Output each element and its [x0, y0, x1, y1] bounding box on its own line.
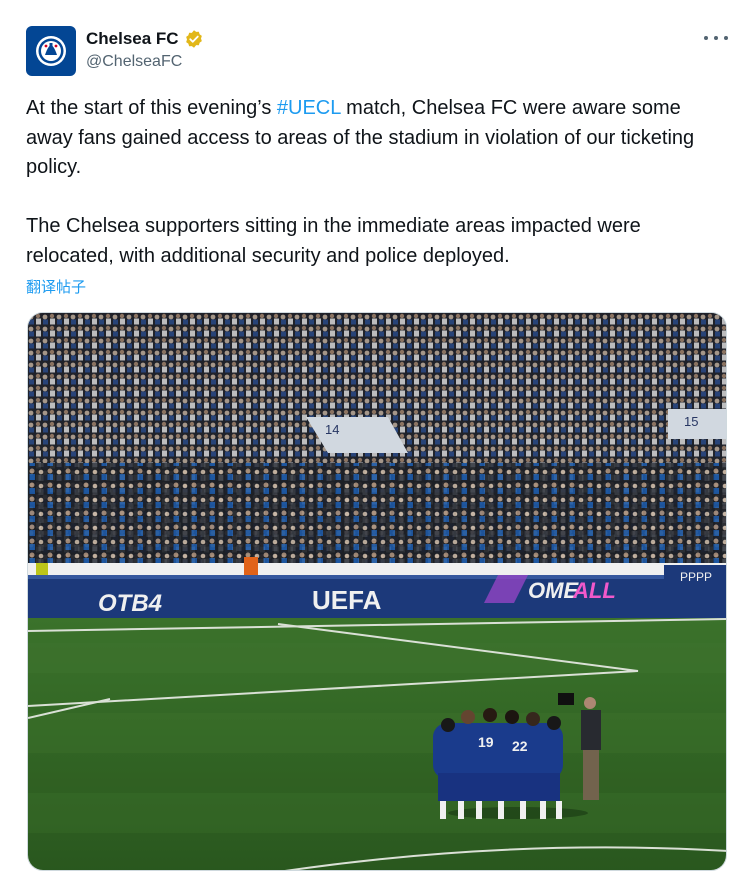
chelsea-crest-icon — [36, 36, 66, 66]
tweet-paragraph: The Chelsea supporters sitting in the im… — [26, 215, 641, 267]
tweet-media[interactable]: 14 15 OTB4 UEFA OME ALL PPPP 19 22 — [27, 312, 727, 871]
more-icon — [704, 36, 708, 40]
more-options-button[interactable] — [704, 28, 728, 48]
tweet-paragraph: At the start of this evening’s #UECL mat… — [26, 97, 695, 178]
tweet-card[interactable]: Chelsea FC @ChelseaFC At the start of th… — [0, 0, 750, 885]
stadium-photo: 14 15 OTB4 UEFA OME ALL PPPP 19 22 — [28, 313, 726, 870]
author-display-name[interactable]: Chelsea FC — [86, 29, 179, 49]
verified-badge-icon — [185, 30, 202, 48]
author-handle[interactable]: @ChelseaFC — [86, 53, 204, 71]
translate-post-link[interactable]: 翻译帖子 — [26, 276, 86, 297]
author-block: Chelsea FC @ChelseaFC — [86, 28, 204, 71]
avatar[interactable] — [26, 26, 76, 76]
hashtag-link[interactable]: #UECL — [277, 97, 341, 119]
tweet-text: At the start of this evening’s #UECL mat… — [26, 94, 731, 271]
